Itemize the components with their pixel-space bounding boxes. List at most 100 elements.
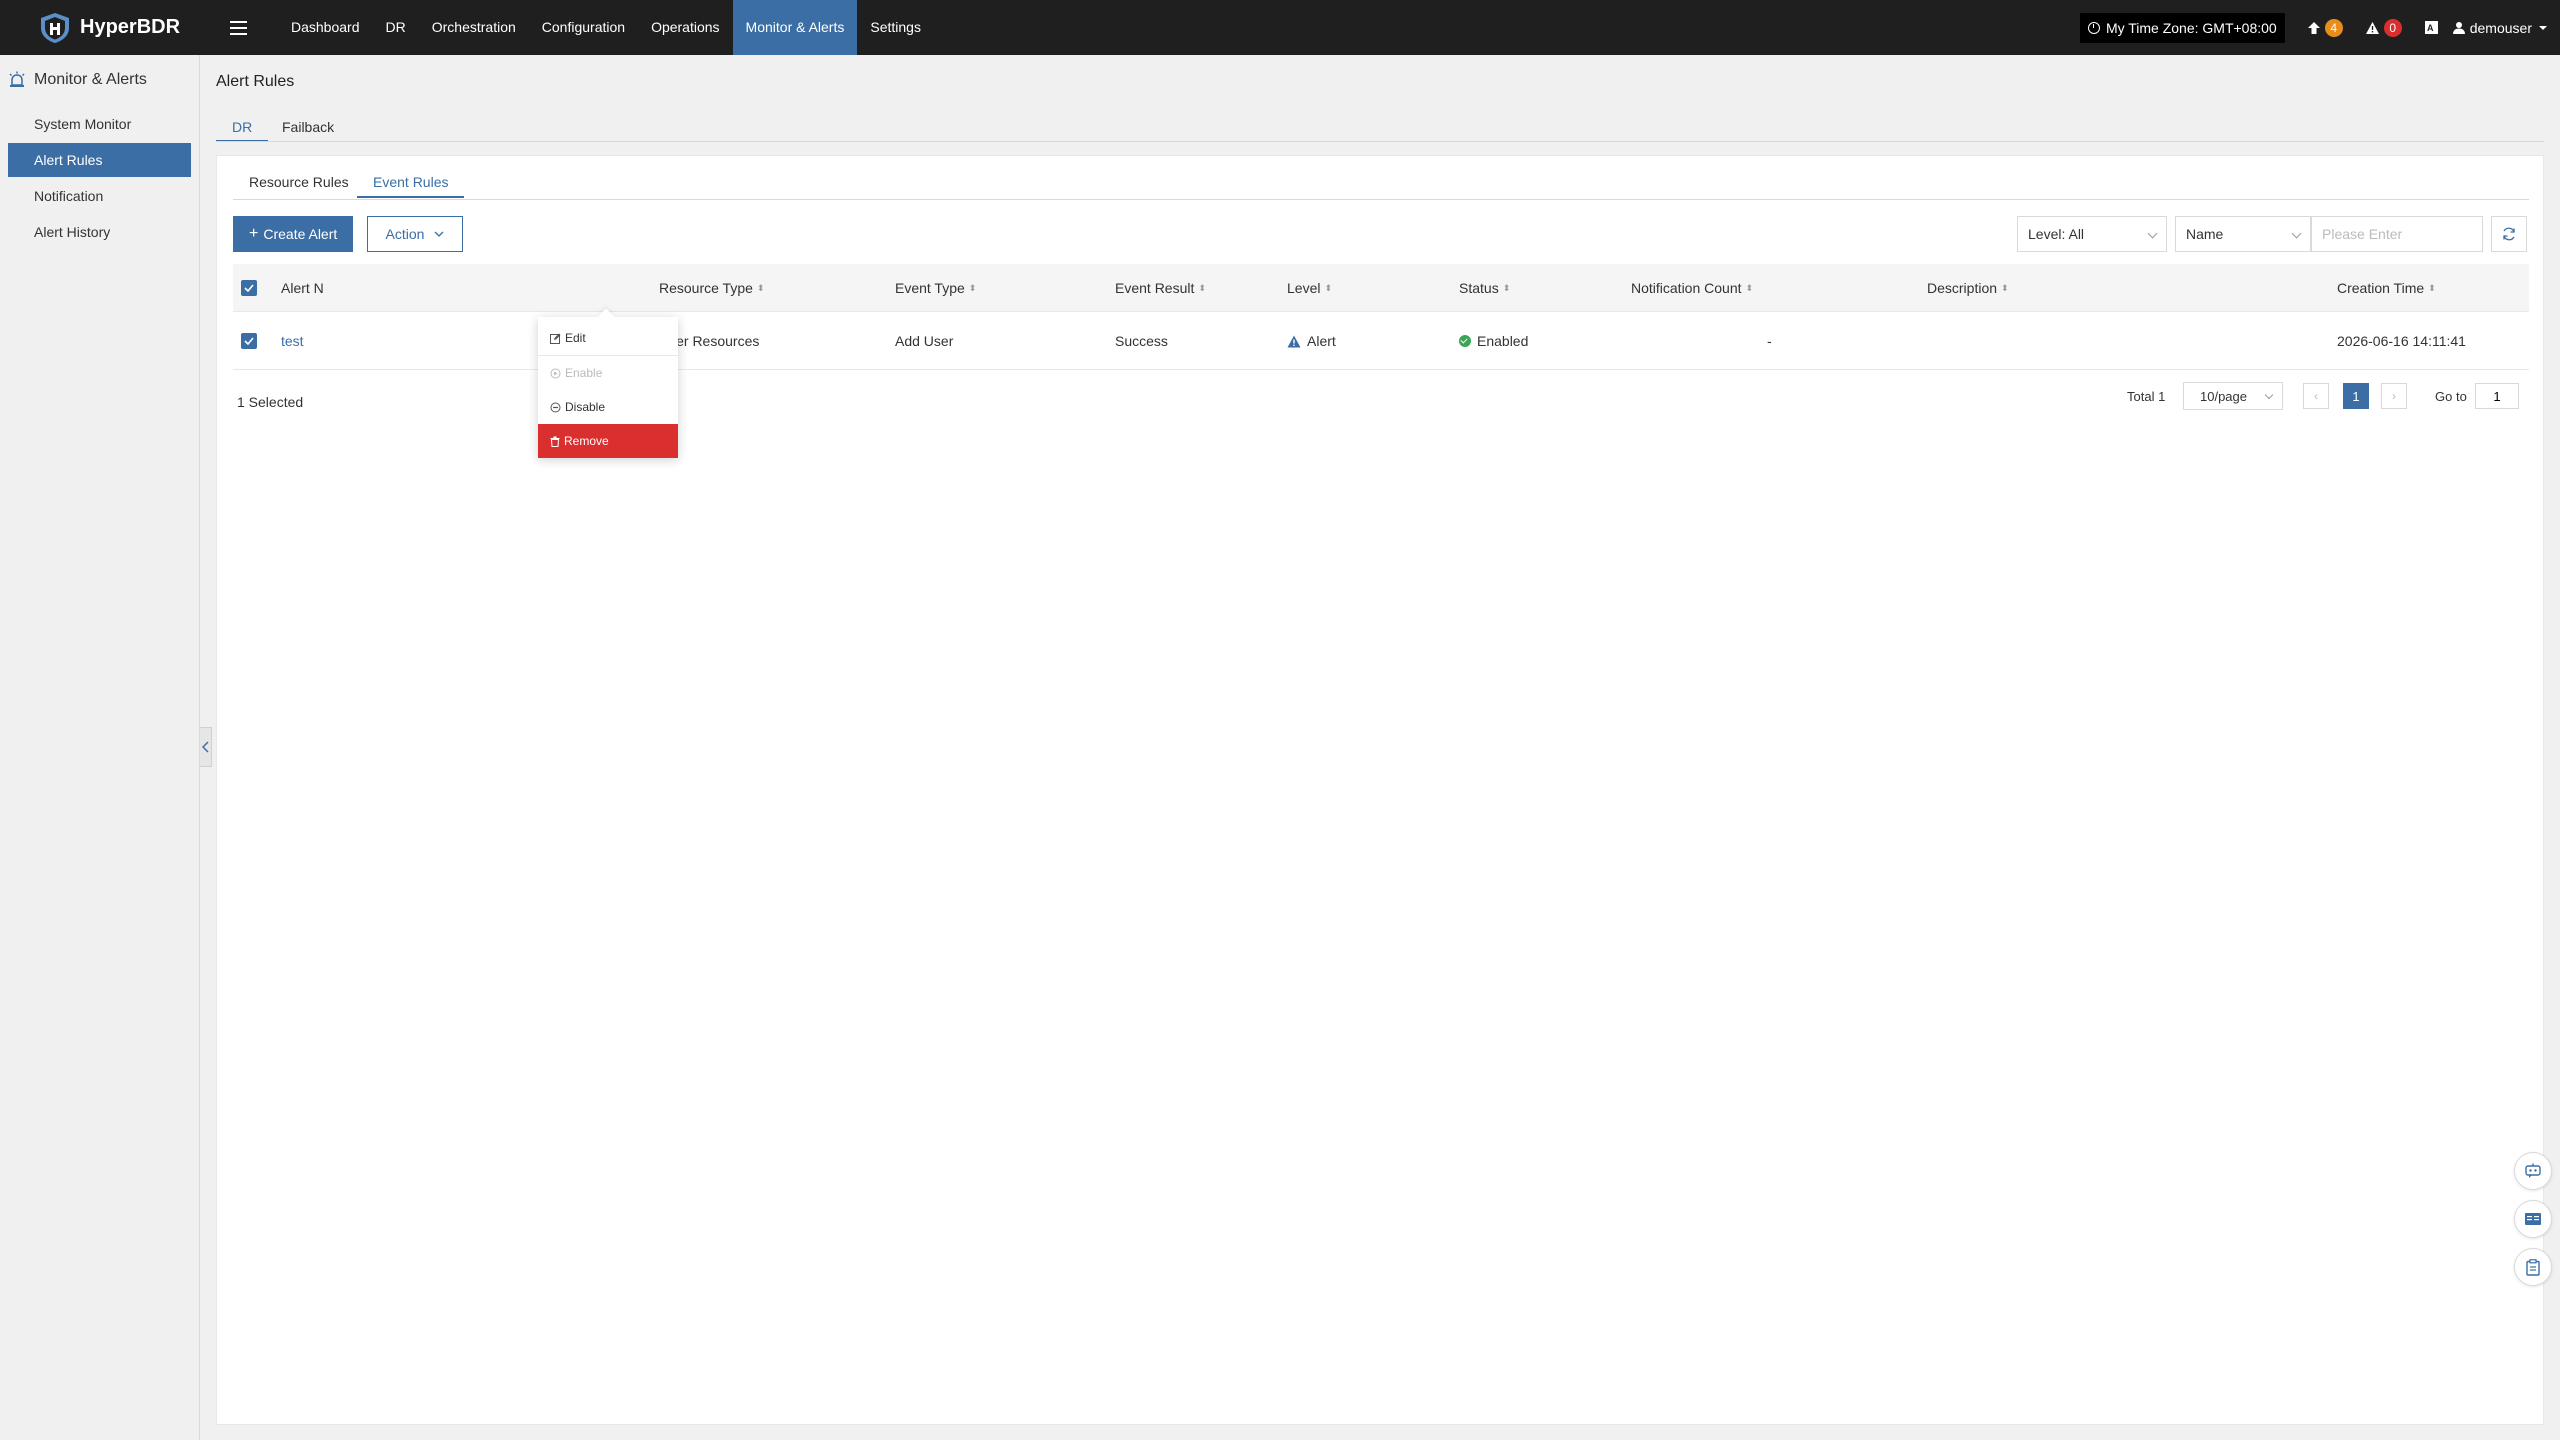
page-size-value: 10/page [2200,388,2247,404]
svg-text:A: A [2427,23,2434,33]
search-field-value: Name [2186,226,2224,242]
cell-level: Alert [1287,333,1336,349]
language-switch[interactable]: A [2424,20,2439,35]
top-navigation-bar: HyperBDR Dashboard DR Orchestration Conf… [0,0,2560,55]
level-filter-select[interactable]: Level: All [2017,216,2167,252]
nav-settings[interactable]: Settings [857,0,934,55]
col-creation-time[interactable]: Creation Time ⬍ [2337,280,2436,296]
page-title: Alert Rules [216,73,295,90]
app-logo[interactable]: HyperBDR [38,11,208,45]
nav-dr[interactable]: DR [373,0,419,55]
monitor-alerts-icon [9,71,25,87]
sidebar-title: Monitor & Alerts [0,55,199,105]
menu-item-enable[interactable]: Enable [538,356,678,390]
sidebar-item-alert-history[interactable]: Alert History [8,215,191,249]
menu-item-label: Edit [565,331,586,345]
manual-icon [2525,1213,2541,1225]
sort-icon: ⬍ [1745,283,1754,294]
menu-toggle-icon[interactable] [218,8,258,48]
nav-dashboard[interactable]: Dashboard [278,0,373,55]
cell-status: Enabled [1459,333,1528,349]
col-notification-count[interactable]: Notification Count ⬍ [1631,280,1753,296]
col-alert-name[interactable]: Alert N [281,280,324,296]
cell-event-type: Add User [895,332,954,349]
nav-operations[interactable]: Operations [638,0,732,55]
search-field-select[interactable]: Name [2175,216,2311,252]
refresh-icon [2503,227,2515,241]
alert-triangle-icon [1287,335,1301,347]
plus-icon: + [249,225,259,242]
chevron-left-icon [202,741,209,753]
cell-creation-time: 2026-06-16 14:11:41 [2337,332,2466,349]
menu-item-disable[interactable]: Disable [538,390,678,424]
sidebar-title-label: Monitor & Alerts [34,71,147,88]
chatbot-button[interactable] [2514,1152,2552,1190]
user-menu[interactable]: demouser [2452,20,2548,36]
prev-page-button[interactable]: ‹ [2303,383,2329,409]
page-number-current[interactable]: 1 [2343,383,2369,409]
enable-icon [550,368,561,379]
nav-configuration[interactable]: Configuration [529,0,638,55]
next-page-button[interactable]: › [2381,383,2407,409]
alert-name-link[interactable]: test [281,333,304,349]
clipboard-button[interactable] [2514,1248,2552,1286]
tab-failback[interactable]: Failback [282,112,334,142]
menu-item-remove[interactable]: Remove [538,424,678,458]
col-event-result[interactable]: Event Result ⬍ [1115,280,1206,296]
upgrade-arrow-icon [2307,21,2320,34]
chevron-down-icon [434,231,444,237]
tabs-divider [216,141,2544,142]
create-alert-button[interactable]: + Create Alert [233,216,354,252]
level-label: Alert [1307,332,1336,349]
alert-indicator[interactable]: 0 [2365,18,2402,37]
sidebar-collapse-button[interactable] [200,727,212,767]
action-dropdown-button[interactable]: Action [367,216,463,252]
cell-event-result: Success [1115,332,1168,349]
menu-item-label: Disable [565,400,606,414]
chevron-down-icon [2264,390,2274,400]
sort-icon: ⬍ [1198,283,1206,294]
alert-count-badge: 0 [2383,18,2402,37]
col-level[interactable]: Level ⬍ [1287,280,1332,296]
nav-monitor-alerts[interactable]: Monitor & Alerts [732,0,858,55]
menu-item-edit[interactable]: Edit [538,321,678,355]
cell-notification-count: - [1767,332,1772,349]
col-description[interactable]: Description ⬍ [1927,280,2009,296]
col-resource-type[interactable]: Resource Type ⬍ [659,280,764,296]
timezone-display[interactable]: My Time Zone: GMT+08:00 [2079,12,2285,43]
manual-button[interactable] [2514,1200,2552,1238]
select-all-checkbox[interactable] [241,279,257,296]
caret-down-icon [2539,25,2547,30]
check-icon [244,336,254,345]
subtab-resource-rules[interactable]: Resource Rules [233,166,365,198]
sidebar-item-notification[interactable]: Notification [8,179,191,213]
col-status[interactable]: Status ⬍ [1459,280,1510,296]
sort-icon: ⬍ [756,283,765,294]
sidebar-item-alert-rules[interactable]: Alert Rules [8,143,191,177]
sort-icon: ⬍ [2428,283,2436,294]
status-label: Enabled [1477,332,1529,349]
sort-icon: ⬍ [2001,283,2009,294]
disable-icon [550,402,561,413]
action-label: Action [385,226,425,242]
sidebar-item-system-monitor[interactable]: System Monitor [8,107,191,141]
goto-page-input[interactable] [2475,383,2519,409]
tab-dr[interactable]: DR [216,112,269,142]
nav-orchestration[interactable]: Orchestration [419,0,529,55]
search-input[interactable] [2311,216,2483,252]
top-right-tools: My Time Zone: GMT+08:00 4 0 A demouser [2079,0,2560,55]
action-dropdown-menu: Edit Enable Disable Remove [538,317,678,458]
sort-icon: ⬍ [1324,283,1333,294]
col-event-type[interactable]: Event Type ⬍ [895,280,976,296]
user-icon [2452,22,2465,34]
subtab-event-rules[interactable]: Event Rules [357,166,465,198]
create-alert-label: Create Alert [263,226,338,242]
refresh-button[interactable] [2491,216,2527,252]
page-size-select[interactable]: 10/page [2183,382,2283,410]
subtab-bar: Resource Rules Event Rules [233,156,2529,200]
goto-label: Go to [2435,389,2467,404]
upgrade-indicator[interactable]: 4 [2307,18,2343,37]
chevron-down-icon [2147,228,2158,239]
menu-item-label: Enable [565,366,603,380]
row-checkbox[interactable] [241,332,257,349]
